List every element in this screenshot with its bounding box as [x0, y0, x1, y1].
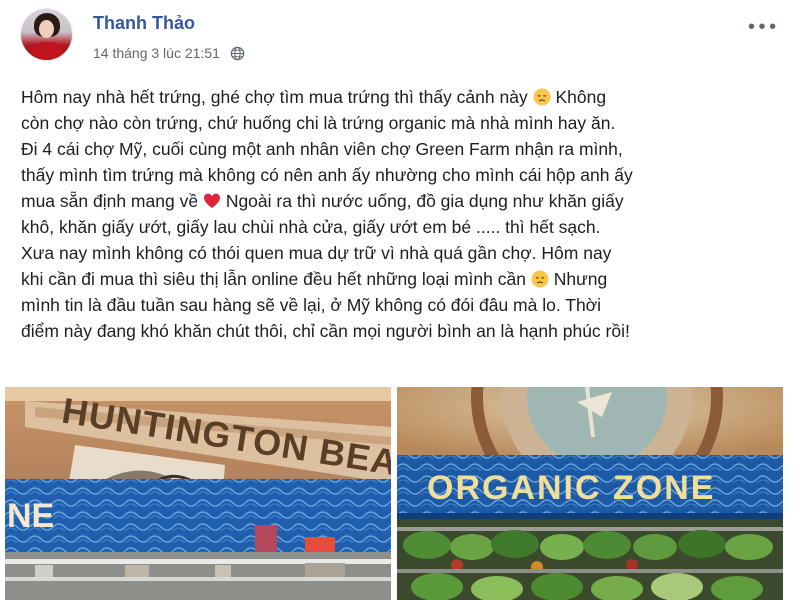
post-text-line: điểm này đang khó khăn chút thôi, chỉ cầ… — [21, 321, 630, 341]
post-text-line: mua sẵn định mang về Ngoài ra thì nước u… — [21, 191, 624, 211]
author-avatar[interactable] — [21, 9, 72, 60]
post-text-line: khi cần đi mua thì siêu thị lẫn online đ… — [21, 269, 608, 289]
post-text-line: còn chợ nào còn trứng, chứ huống chi là … — [21, 113, 616, 133]
organic-zone-sign-text: ORGANIC ZONE — [427, 469, 715, 507]
organic-zone-store-photo: ORGANIC ZONE — [397, 387, 783, 600]
post-text-line: thấy mình tìm trứng mà không có nên anh … — [21, 165, 633, 185]
post-text-line: Đi 4 cái chợ Mỹ, cuối cùng một anh nhân … — [21, 139, 623, 159]
disappointed-face-icon — [531, 270, 549, 288]
facebook-post: Thanh Thảo 14 tháng 3 lúc 21:51 • • • Hô… — [0, 0, 800, 600]
author-name[interactable]: Thanh Thảo — [93, 13, 195, 34]
post-header: Thanh Thảo 14 tháng 3 lúc 21:51 • • • — [0, 0, 800, 76]
avatar-dress — [31, 42, 63, 60]
avatar-face — [39, 20, 54, 38]
post-meta: 14 tháng 3 lúc 21:51 — [93, 45, 245, 61]
post-photo-organic-zone[interactable]: ORGANIC ZONE — [397, 387, 783, 600]
zone-sign-text: NE — [7, 497, 54, 535]
disappointed-face-icon — [533, 88, 551, 106]
red-heart-icon — [203, 193, 220, 208]
post-text-line: Hôm nay nhà hết trứng, ghé chợ tìm mua t… — [21, 87, 607, 107]
post-timestamp[interactable]: 14 tháng 3 lúc 21:51 — [93, 45, 220, 61]
huntington-store-photo: HUNTINGTON BEAC NE — [5, 387, 391, 600]
globe-icon[interactable] — [230, 46, 245, 61]
post-text-line: khô, khăn giấy ướt, giấy lau chùi nhà cử… — [21, 217, 601, 237]
more-options-icon[interactable]: • • • — [748, 16, 776, 39]
post-photo-huntington[interactable]: HUNTINGTON BEAC NE — [5, 387, 391, 600]
post-text-line: Xưa nay mình không có thói quen mua dự t… — [21, 243, 612, 263]
post-text: Hôm nay nhà hết trứng, ghé chợ tìm mua t… — [21, 84, 781, 344]
post-text-line: mình tin là đầu tuần sau hàng sẽ về lại,… — [21, 295, 602, 315]
